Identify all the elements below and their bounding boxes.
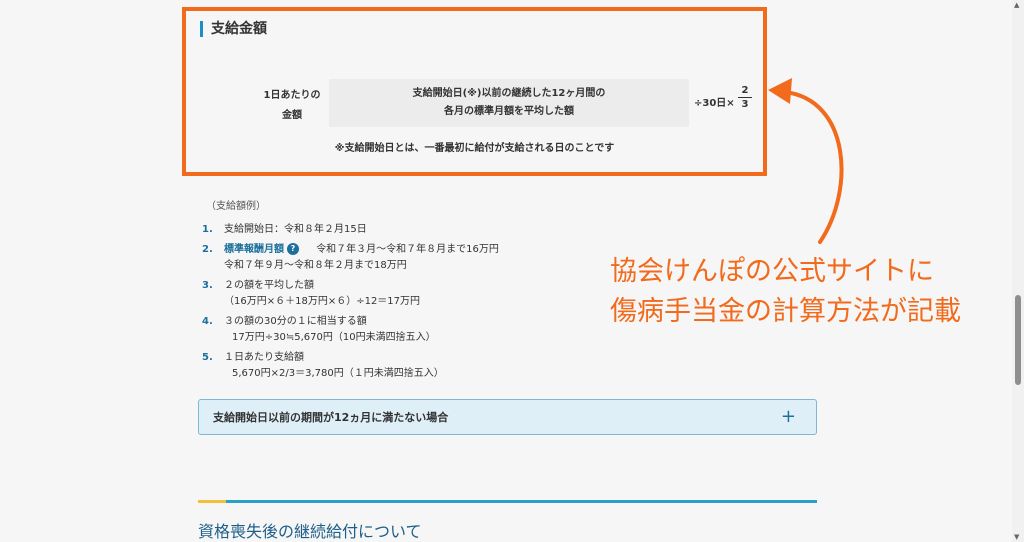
per-day-line2: 金額 xyxy=(282,110,302,121)
continued-benefit-heading: 資格喪失後の継続給付について xyxy=(198,522,422,541)
list-item: 1. 支給開始日：令和８年２月15日 xyxy=(202,222,622,238)
list-item: 4. ３の額の30分の１に相当する額 17万円÷30≒5,670円（10円未満四… xyxy=(202,314,622,346)
accordion-under-12-months[interactable]: 支給開始日以前の期間が12ヵ月に満たない場合 + xyxy=(198,399,817,435)
example-steps: 1. 支給開始日：令和８年２月15日 2. 標準報酬月額? 令和７年３月〜令和７… xyxy=(202,222,622,386)
section-divider xyxy=(198,500,817,503)
step-number: 3. xyxy=(202,280,213,291)
scroll-down-icon[interactable]: ▼ xyxy=(1014,533,1019,541)
divisor-text: ÷30日× xyxy=(694,98,735,109)
per-day-label: 1日あたりの 金額 xyxy=(256,86,328,126)
section-heading: 支給金額 xyxy=(200,21,267,37)
step-line: 支給開始日：令和８年２月15日 xyxy=(224,224,367,235)
scroll-thumb[interactable] xyxy=(1015,295,1021,385)
scroll-up-icon[interactable]: ▲ xyxy=(1014,1,1019,9)
help-icon[interactable]: ? xyxy=(287,243,299,255)
formula-line1: 支給開始日(※)以前の継続した12ヶ月間の xyxy=(412,88,606,99)
example-label: （支給額例） xyxy=(206,201,266,212)
step-line: １日あたり支給額 xyxy=(224,352,304,363)
fraction-denominator: 3 xyxy=(738,97,752,111)
standard-monthly-link[interactable]: 標準報酬月額 xyxy=(224,244,284,255)
plus-icon[interactable]: + xyxy=(781,408,796,426)
annotation-arrow-icon xyxy=(768,78,844,244)
step-line: ３の額の30分の１に相当する額 xyxy=(224,316,367,327)
scrollbar[interactable]: ▲ ▼ xyxy=(1012,0,1024,542)
annotation-line1: 協会けんぽの公式サイトに xyxy=(610,256,934,287)
list-item: 3. ２の額を平均した額 （16万円×６＋18万円×６）÷12＝17万円 xyxy=(202,278,622,310)
fraction: 2 3 xyxy=(738,84,752,111)
fraction-numerator: 2 xyxy=(741,85,749,96)
step-number: 2. xyxy=(202,244,213,255)
per-day-line1: 1日あたりの xyxy=(263,90,321,101)
step-number: 5. xyxy=(202,352,213,363)
step-number: 1. xyxy=(202,224,213,235)
step-line: （16万円×６＋18万円×６）÷12＝17万円 xyxy=(224,296,421,307)
step-line: 17万円÷30≒5,670円（10円未満四捨五入） xyxy=(232,332,436,343)
highlight-box: 支給金額 1日あたりの 金額 支給開始日(※)以前の継続した12ヶ月間の 各月の… xyxy=(182,7,767,176)
start-date-note: ※支給開始日とは、一番最初に給付が支給される日のことです xyxy=(334,143,615,154)
formula-box: 支給開始日(※)以前の継続した12ヶ月間の 各月の標準月額を平均した額 xyxy=(329,79,689,127)
step-number: 4. xyxy=(202,316,213,327)
accordion-title: 支給開始日以前の期間が12ヵ月に満たない場合 xyxy=(213,411,449,424)
step-line: 5,670円×2/3＝3,780円（１円未満四捨五入） xyxy=(232,368,444,379)
page: 支給金額 1日あたりの 金額 支給開始日(※)以前の継続した12ヶ月間の 各月の… xyxy=(0,0,1024,542)
annotation-text: 協会けんぽの公式サイトに 傷病手当金の計算方法が記載 xyxy=(610,252,961,332)
step-line: 令和７年９月〜令和８年２月まで18万円 xyxy=(224,260,407,271)
list-item: 2. 標準報酬月額? 令和７年３月〜令和７年８月まで16万円 令和７年９月〜令和… xyxy=(202,242,622,274)
step-line: ２の額を平均した額 xyxy=(224,280,314,291)
step-line: 令和７年３月〜令和７年８月まで16万円 xyxy=(316,244,499,255)
divider-accent xyxy=(198,500,226,503)
list-item: 5. １日あたり支給額 5,670円×2/3＝3,780円（１円未満四捨五入） xyxy=(202,350,622,382)
annotation-line2: 傷病手当金の計算方法が記載 xyxy=(610,296,961,327)
formula-line2: 各月の標準月額を平均した額 xyxy=(444,106,574,117)
